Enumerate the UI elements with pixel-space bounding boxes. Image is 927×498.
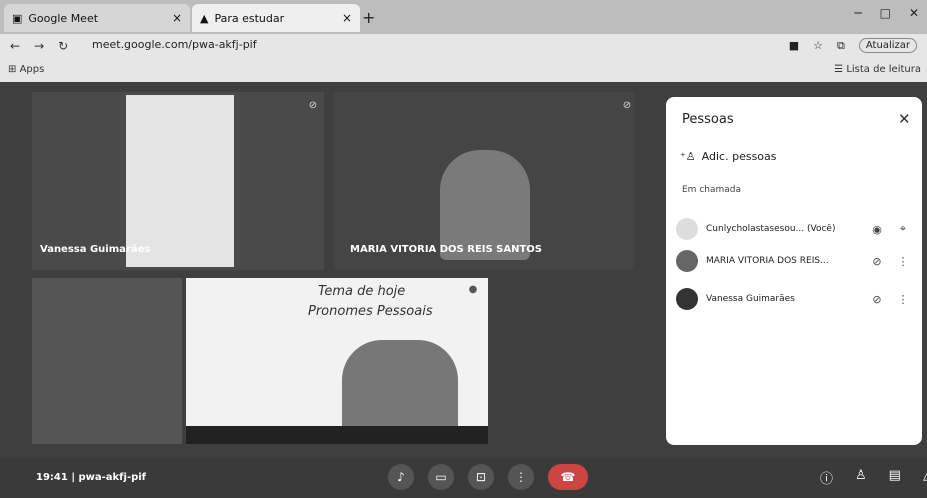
side-controls: ⓘ ♙ ▤ △ [820,468,927,487]
add-people-button[interactable]: ⁺♙ Adic. pessoas [680,150,777,163]
avatar [676,250,698,272]
tile-name-label: MARIA VITORIA DOS REIS SANTOS [350,244,543,255]
camera-permission-icon[interactable]: ■ [789,39,799,52]
add-person-icon: ⁺♙ [680,150,696,163]
background-area [32,278,182,444]
more-options-icon[interactable]: ⋮ [894,255,912,268]
reload-icon[interactable]: ↻ [58,39,68,53]
reading-list-icon: ☰ [834,64,847,75]
tab-google-meet[interactable]: ▣ Google Meet × [4,4,190,32]
reading-list[interactable]: ☰ Lista de leitura [834,64,921,75]
tile-name-label: Vanessa Guimarães [40,244,151,255]
mic-off-icon: ⊘ [872,254,882,268]
apps-grid-icon: ⊞ [8,64,20,75]
url-field[interactable]: meet.google.com/pwa-akfj-pif [92,38,257,51]
mic-off-icon: ⊘ [622,100,632,111]
info-icon[interactable]: ⓘ [820,468,833,487]
tab-close-icon[interactable]: × [172,11,182,25]
more-options-icon[interactable]: ⋮ [894,293,912,306]
slide-text: Tema de hoje [318,284,406,299]
pin-icon[interactable]: ⌖ [894,222,912,236]
participant-row[interactable]: Vanessa Guimarães ⊘ ⋮ [676,284,912,314]
apps-bookmark[interactable]: ⊞ Apps [8,64,44,75]
tab-title: Para estudar [214,11,285,25]
maximize-icon[interactable]: □ [880,6,891,20]
forward-icon[interactable]: → [34,39,44,53]
window-controls: ─ □ ✕ [854,6,919,20]
panel-title: Pessoas [682,112,734,127]
people-icon[interactable]: ♙ [855,468,867,487]
mic-active-icon: ◉ [872,222,882,236]
meeting-code: pwa-akfj-pif [78,472,147,483]
tab-close-icon[interactable]: × [342,11,352,25]
participant-name: MARIA VITORIA DOS REIS... [706,256,829,266]
mic-icon: ● [468,284,478,295]
participant-name: Vanessa Guimarães [706,294,795,304]
tab-para-estudar[interactable]: ▲ Para estudar × [192,4,360,32]
bookmarks-bar [0,60,927,83]
avatar [676,288,698,310]
clock-time: 19:41 [36,472,68,483]
slide-footer [186,426,488,444]
camera-icon[interactable]: ▭ [428,464,454,490]
more-options-icon[interactable]: ⋮ [508,464,534,490]
extensions-icon[interactable]: ⧉ [837,39,845,53]
slide-text: Pronomes Pessoais [308,304,433,319]
call-controls: ♪ ▭ ⊡ ⋮ ☎ [388,464,588,490]
avatar [676,218,698,240]
chat-icon[interactable]: ▤ [889,468,901,487]
in-call-label: Em chamada [682,185,741,195]
participant-row[interactable]: Cunlycholastasesou... (Você) ◉ ⌖ [676,214,912,244]
drive-icon: ▲ [200,11,209,25]
meeting-info: 19:41 | pwa-akfj-pif [36,472,146,483]
new-tab-button[interactable]: + [362,8,375,27]
address-bar-actions: ■ ☆ ⧉ Atualizar [789,38,917,53]
mic-off-icon: ⊘ [872,292,882,306]
camera-icon: ▣ [12,11,23,25]
mic-icon[interactable]: ♪ [388,464,414,490]
participant-name: Cunlycholastasesou... (Você) [706,224,836,234]
nav-buttons: ← → ↻ [10,39,68,53]
present-screen-icon[interactable]: ⊡ [468,464,494,490]
star-icon[interactable]: ☆ [813,39,823,52]
update-button[interactable]: Atualizar [858,38,917,53]
close-icon[interactable]: ✕ [898,110,911,128]
participant-row[interactable]: MARIA VITORIA DOS REIS... ⊘ ⋮ [676,246,912,276]
video-feed [126,95,234,267]
back-icon[interactable]: ← [10,39,20,53]
minimize-icon[interactable]: ─ [854,6,861,20]
tab-title: Google Meet [28,11,99,25]
end-call-icon[interactable]: ☎ [548,464,588,490]
activities-icon[interactable]: △ [923,468,927,487]
mic-off-icon: ⊘ [308,100,318,111]
close-window-icon[interactable]: ✕ [909,6,919,20]
separator: | [71,472,75,483]
